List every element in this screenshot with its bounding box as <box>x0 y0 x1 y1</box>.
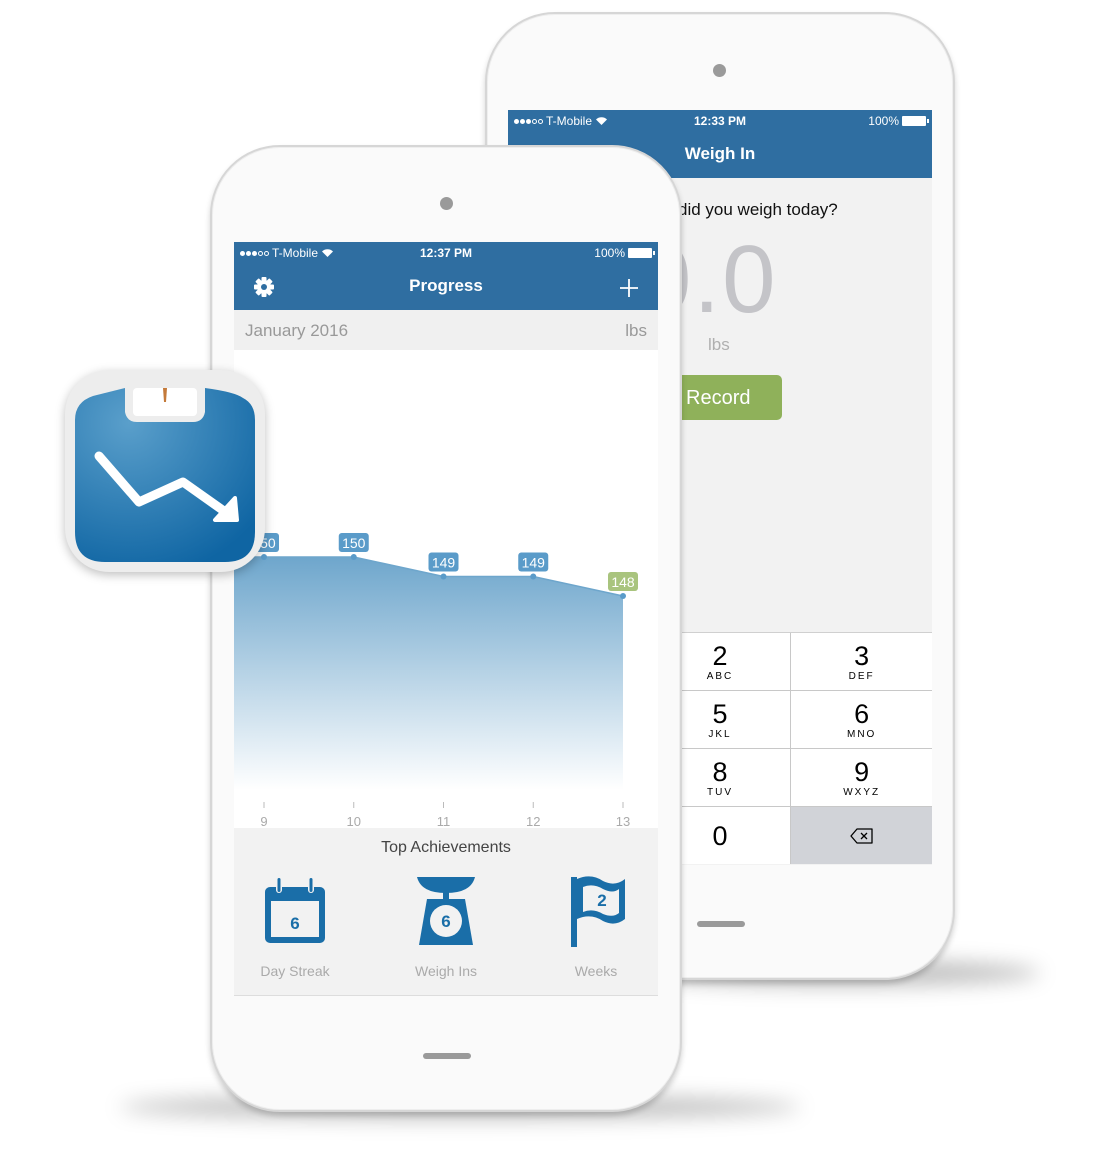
home-indicator[interactable] <box>423 1053 471 1059</box>
scale-icon: 6 <box>417 877 475 945</box>
x-tick-label: 13 <box>616 814 630 828</box>
key-letters: ABC <box>706 670 734 682</box>
month-label: January 2016 <box>245 321 349 340</box>
calendar-icon: 6 <box>265 877 325 943</box>
data-point <box>620 593 626 599</box>
app-icon[interactable] <box>65 370 265 572</box>
battery-percent: 100% <box>594 246 625 260</box>
key-digit: 9 <box>854 756 870 787</box>
key-letters: DEF <box>848 670 875 682</box>
achievements-panel: Top Achievements 6 Day Streak 6 Weigh In… <box>234 828 658 996</box>
nav-bar: Progress <box>234 264 658 310</box>
achievement-day-streak[interactable]: 6 Day Streak <box>235 875 355 979</box>
add-entry-button[interactable] <box>619 272 639 304</box>
unit-label: lbs <box>708 335 730 354</box>
weight-chart: 150 9 150 10 149 11 149 12 148 13 <box>234 350 658 829</box>
key-9[interactable]: 9 WXYZ <box>791 749 932 806</box>
camera <box>440 197 453 210</box>
scale-trend-logo-icon <box>75 388 255 562</box>
key-letters: JKL <box>708 728 732 740</box>
plus-icon <box>620 279 638 297</box>
x-tick-label: 9 <box>260 814 267 828</box>
x-tick-label: 12 <box>526 814 540 828</box>
key-digit: 2 <box>712 640 728 671</box>
progress-screen: T-Mobile 12:37 PM 100% Progress January … <box>234 242 658 996</box>
camera <box>713 64 726 77</box>
data-point <box>350 554 357 560</box>
data-label: 149 <box>432 555 456 571</box>
flag-icon: 2 <box>571 876 625 947</box>
weight-chart-svg: 150915010149111491214813 <box>234 533 638 829</box>
key-letters: MNO <box>846 728 877 740</box>
key-digit: 5 <box>712 698 728 729</box>
chart-area-fill <box>234 557 623 790</box>
x-tick-label: 11 <box>437 814 451 828</box>
data-label: 149 <box>522 555 546 571</box>
achievement-label: Weeks <box>574 963 618 979</box>
achievement-value: 6 <box>441 912 450 931</box>
status-bar: T-Mobile 12:37 PM 100% <box>234 242 658 264</box>
key-digit: 3 <box>854 640 870 671</box>
backspace-icon <box>850 827 873 844</box>
achievement-label: Day Streak <box>260 963 330 979</box>
delete-key[interactable] <box>791 807 932 864</box>
data-label: 150 <box>342 535 366 551</box>
achievement-weigh-ins[interactable]: 6 Weigh Ins <box>386 875 506 979</box>
data-point <box>530 573 537 580</box>
battery-percent: 100% <box>868 114 899 128</box>
data-point <box>440 573 447 580</box>
key-digit: 8 <box>712 756 728 787</box>
weigh-question: did you weigh today? <box>678 200 838 219</box>
data-label: 148 <box>611 574 635 590</box>
key-6[interactable]: 6 MNO <box>791 691 932 748</box>
key-digit: 6 <box>854 698 870 729</box>
x-tick-label: 10 <box>347 814 361 828</box>
achievements-title: Top Achievements <box>381 839 511 856</box>
battery-icon <box>628 248 655 258</box>
month-header: January 2016 lbs <box>234 310 658 350</box>
unit-label: lbs <box>625 321 647 340</box>
status-bar: T-Mobile 12:33 PM 100% <box>508 110 932 132</box>
achievement-value: 6 <box>290 914 299 933</box>
key-letters: TUV <box>706 786 733 798</box>
achievement-weeks[interactable]: 2 Weeks <box>536 875 656 979</box>
achievement-value: 2 <box>597 891 606 910</box>
key-letters: WXYZ <box>843 786 881 798</box>
key-digit: 0 <box>712 820 728 851</box>
battery-icon <box>902 116 929 126</box>
achievement-label: Weigh Ins <box>415 963 477 979</box>
key-3[interactable]: 3 DEF <box>791 633 932 690</box>
home-indicator[interactable] <box>697 921 745 927</box>
page-title: Progress <box>409 276 483 295</box>
